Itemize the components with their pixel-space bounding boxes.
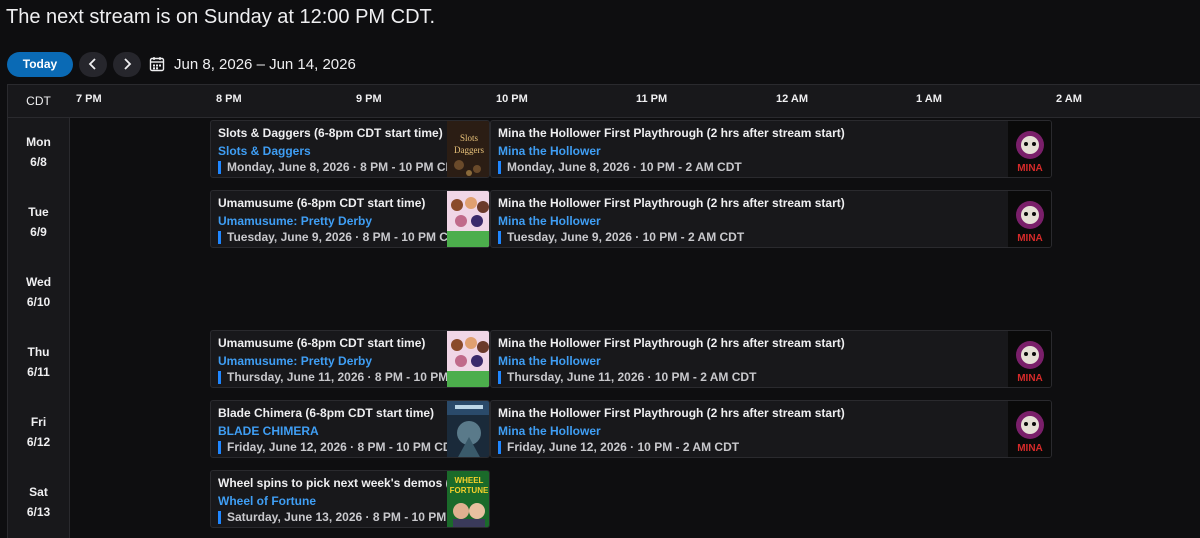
event-umamusume[interactable]: Umamusume (6-8pm CDT start time) Umamusu…	[210, 330, 490, 388]
event-umamusume[interactable]: Umamusume (6-8pm CDT start time) Umamusu…	[210, 190, 490, 248]
event-title: Slots & Daggers (6-8pm CDT start time)	[218, 126, 443, 140]
game-thumbnail: WHEEL FORTUNE	[447, 471, 489, 527]
time-label: 1 AM	[916, 93, 942, 105]
day-label-tue: Tue 6/9	[8, 202, 69, 242]
day-date: 6/10	[26, 295, 51, 309]
chevron-right-icon	[124, 58, 132, 70]
timezone-label: CDT	[26, 94, 51, 108]
event-time: Tuesday, June 9, 2026 · 8 PM - 10 PM CDT	[218, 231, 464, 244]
event-game-link[interactable]: Mina the Hollower	[498, 424, 601, 438]
event-title: Blade Chimera (6-8pm CDT start time)	[218, 406, 435, 420]
event-blade-chimera[interactable]: Blade Chimera (6-8pm CDT start time) BLA…	[210, 400, 490, 458]
day-date: 6/11	[27, 365, 50, 379]
game-thumbnail	[447, 191, 489, 247]
time-label: 8 PM	[216, 93, 242, 105]
event-time: Monday, June 8, 2026 · 10 PM - 2 AM CDT	[498, 161, 742, 174]
svg-text:FORTUNE: FORTUNE	[450, 486, 489, 495]
event-time: Tuesday, June 9, 2026 · 10 PM - 2 AM CDT	[498, 231, 744, 244]
game-thumbnail: MINA	[1008, 401, 1051, 457]
today-button[interactable]: Today	[7, 51, 73, 77]
day-label-thu: Thu 6/11	[8, 342, 69, 382]
calendar-toolbar: Today Jun 8, 2026 – Jun 14, 2026	[7, 51, 356, 77]
event-time: Friday, June 12, 2026 · 10 PM - 2 AM CDT	[498, 441, 739, 454]
game-thumbnail	[447, 401, 489, 457]
event-time: Friday, June 12, 2026 · 8 PM - 10 PM CDT	[218, 441, 459, 454]
day-weekday: Thu	[27, 345, 50, 359]
svg-text:WHEEL: WHEEL	[455, 476, 484, 485]
event-game-link[interactable]: Wheel of Fortune	[218, 494, 316, 508]
event-title: Mina the Hollower First Playthrough (2 h…	[498, 406, 845, 420]
time-label: 12 AM	[776, 93, 808, 105]
event-time: Thursday, June 11, 2026 · 10 PM - 2 AM C…	[498, 371, 756, 384]
event-game-link[interactable]: Mina the Hollower	[498, 214, 601, 228]
event-time: Monday, June 8, 2026 · 8 PM - 10 PM CDT	[218, 161, 462, 174]
event-mina-the-hollower[interactable]: Mina the Hollower First Playthrough (2 h…	[490, 330, 1052, 388]
svg-text:MINA: MINA	[1017, 373, 1043, 384]
day-weekday: Sat	[29, 485, 48, 499]
day-weekday: Fri	[30, 415, 47, 429]
event-slots-and-daggers[interactable]: Slots & Daggers (6-8pm CDT start time) S…	[210, 120, 490, 178]
day-label-mon: Mon 6/8	[8, 132, 69, 172]
day-date: 6/13	[26, 505, 51, 519]
previous-week-button[interactable]	[79, 51, 107, 77]
time-label: 2 AM	[1056, 93, 1082, 105]
day-date: 6/9	[30, 225, 47, 239]
headline: The next stream is on Sunday at 12:00 PM…	[6, 6, 436, 28]
day-weekday: Mon	[26, 135, 51, 149]
event-game-link[interactable]: Slots & Daggers	[218, 144, 311, 158]
time-label: 10 PM	[496, 93, 528, 105]
game-thumbnail	[447, 331, 489, 387]
event-game-link[interactable]: Mina the Hollower	[498, 144, 601, 158]
event-mina-the-hollower[interactable]: Mina the Hollower First Playthrough (2 h…	[490, 400, 1052, 458]
event-title: Mina the Hollower First Playthrough (2 h…	[498, 126, 845, 140]
event-game-link[interactable]: Umamusume: Pretty Derby	[218, 214, 372, 228]
calendar-icon	[149, 57, 165, 72]
game-thumbnail: Slots Daggers	[447, 121, 489, 177]
event-title: Mina the Hollower First Playthrough (2 h…	[498, 196, 845, 210]
event-title: Umamusume (6-8pm CDT start time)	[218, 336, 426, 350]
game-thumbnail: MINA	[1008, 121, 1051, 177]
date-range: Jun 8, 2026 – Jun 14, 2026	[174, 55, 356, 73]
svg-text:MINA: MINA	[1017, 163, 1043, 174]
event-mina-the-hollower[interactable]: Mina the Hollower First Playthrough (2 h…	[490, 120, 1052, 178]
event-title: Umamusume (6-8pm CDT start time)	[218, 196, 426, 210]
time-header: CDT 7 PM 8 PM 9 PM 10 PM 11 PM 12 AM 1 A…	[8, 85, 1200, 118]
event-game-link[interactable]: BLADE CHIMERA	[218, 424, 319, 438]
day-label-sat: Sat 6/13	[8, 482, 69, 522]
event-game-link[interactable]: Umamusume: Pretty Derby	[218, 354, 372, 368]
svg-text:MINA: MINA	[1017, 233, 1043, 244]
date-picker-button[interactable]	[147, 54, 167, 74]
day-weekday: Tue	[28, 205, 49, 219]
time-label: 9 PM	[356, 93, 382, 105]
time-label: 7 PM	[76, 93, 102, 105]
event-time: Saturday, June 13, 2026 · 8 PM - 10 PM C…	[218, 511, 474, 524]
svg-text:Daggers: Daggers	[454, 145, 484, 155]
day-label-wed: Wed 6/10	[8, 272, 69, 312]
svg-text:MINA: MINA	[1017, 443, 1043, 454]
event-title: Mina the Hollower First Playthrough (2 h…	[498, 336, 845, 350]
game-thumbnail: MINA	[1008, 331, 1051, 387]
next-week-button[interactable]	[113, 51, 141, 77]
time-label: 11 PM	[636, 93, 668, 105]
chevron-left-icon	[88, 58, 96, 70]
day-date: 6/12	[26, 435, 51, 449]
game-thumbnail: MINA	[1008, 191, 1051, 247]
event-time: Thursday, June 11, 2026 · 8 PM - 10 PM C…	[218, 371, 476, 384]
day-column: Mon 6/8 Tue 6/9 Wed 6/10 Thu 6/11 Fri 6/12 Sa…	[8, 118, 70, 538]
day-label-fri: Fri 6/12	[8, 412, 69, 452]
event-mina-the-hollower[interactable]: Mina the Hollower First Playthrough (2 h…	[490, 190, 1052, 248]
day-date: 6/8	[30, 155, 47, 169]
event-wheel-of-fortune[interactable]: Wheel spins to pick next week's demos (6…	[210, 470, 490, 528]
event-game-link[interactable]: Mina the Hollower	[498, 354, 601, 368]
svg-text:Slots: Slots	[460, 133, 479, 143]
day-weekday: Wed	[25, 275, 52, 289]
schedule-grid: CDT 7 PM 8 PM 9 PM 10 PM 11 PM 12 AM 1 A…	[7, 84, 1200, 538]
